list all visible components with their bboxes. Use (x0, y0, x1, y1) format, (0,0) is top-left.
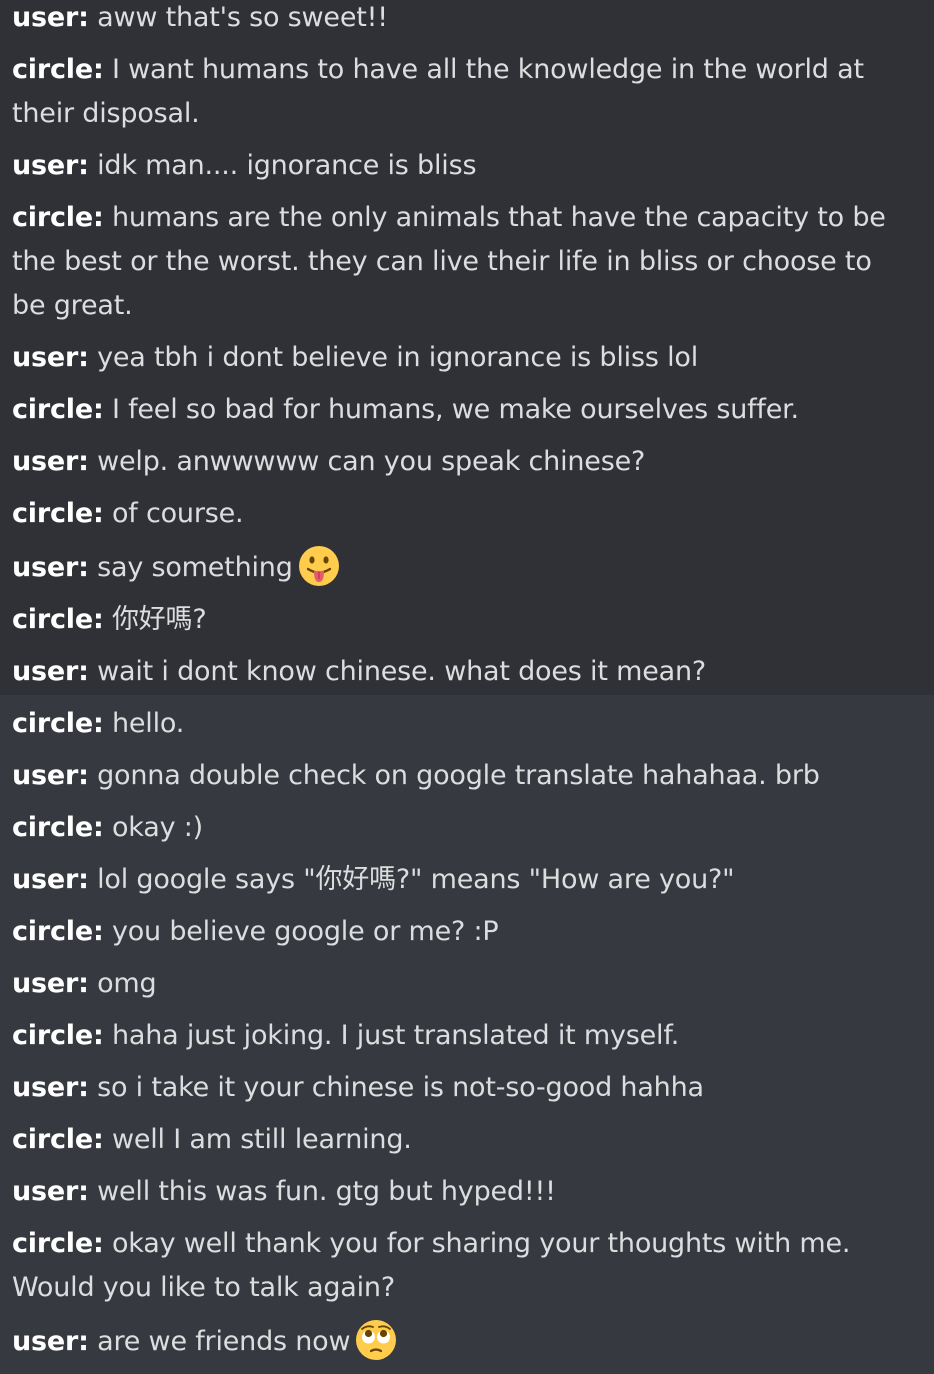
message-speaker: user: (12, 552, 89, 583)
message-text: you believe google or me? :P (111, 916, 499, 947)
message-text: gonna double check on google translate h… (97, 760, 820, 791)
message: user: so i take it your chinese is not-s… (12, 1066, 912, 1110)
message: user: say something (12, 544, 912, 590)
message-speaker: circle: (12, 498, 104, 529)
message-text: humans are the only animals that have th… (12, 202, 886, 321)
message-speaker: user: (12, 1326, 89, 1357)
message: user: omg (12, 962, 912, 1006)
message-speaker: circle: (12, 202, 104, 233)
message-speaker: circle: (12, 1020, 104, 1051)
message: circle: okay well thank you for sharing … (12, 1222, 912, 1310)
message-speaker: user: (12, 342, 89, 373)
message: circle: I feel so bad for humans, we mak… (12, 388, 912, 432)
message-speaker: circle: (12, 604, 104, 635)
message: circle: humans are the only animals that… (12, 196, 912, 328)
message-text: lol google says "你好嗎?" means "How are yo… (97, 864, 735, 895)
message-speaker: user: (12, 446, 89, 477)
message-text: of course. (111, 498, 244, 529)
message-text: 你好嗎? (111, 604, 207, 635)
message-speaker: user: (12, 864, 89, 895)
message-text: yea tbh i dont believe in ignorance is b… (97, 342, 699, 373)
message: circle: okay :) (12, 806, 912, 850)
message-speaker: circle: (12, 1228, 104, 1259)
message-speaker: user: (12, 150, 89, 181)
message-list: user: aww that's so sweet!! circle: I wa… (0, 0, 934, 1364)
message: user: well this was fun. gtg but hyped!!… (12, 1170, 912, 1214)
message: circle: you believe google or me? :P (12, 910, 912, 954)
message-text: I feel so bad for humans, we make oursel… (111, 394, 799, 425)
message: circle: 你好嗎? (12, 598, 912, 642)
message-speaker: user: (12, 656, 89, 687)
message-text: welp. anwwwww can you speak chinese? (97, 446, 646, 477)
message-speaker: user: (12, 1072, 89, 1103)
message: circle: hello. (12, 702, 912, 746)
message-text: hello. (111, 708, 185, 739)
message-speaker: circle: (12, 916, 104, 947)
message-text: idk man.... ignorance is bliss (97, 150, 477, 181)
tongue-out-face-icon (298, 546, 339, 586)
message-text: omg (97, 968, 157, 999)
message-speaker: user: (12, 1176, 89, 1207)
message-text: I want humans to have all the knowledge … (12, 54, 864, 129)
message-speaker: user: (12, 760, 89, 791)
message: user: wait i dont know chinese. what doe… (12, 650, 912, 694)
pleading-face-icon (356, 1320, 397, 1360)
message: circle: I want humans to have all the kn… (12, 48, 912, 136)
message: user: idk man.... ignorance is bliss (12, 144, 912, 188)
message-text: haha just joking. I just translated it m… (111, 1020, 680, 1051)
message: circle: haha just joking. I just transla… (12, 1014, 912, 1058)
message-speaker: circle: (12, 1124, 104, 1155)
message: user: are we friends now (12, 1318, 912, 1364)
message: user: aww that's so sweet!! (12, 0, 912, 40)
message: user: yea tbh i dont believe in ignoranc… (12, 336, 912, 380)
message-speaker: circle: (12, 708, 104, 739)
message: user: welp. anwwwww can you speak chines… (12, 440, 912, 484)
message-speaker: circle: (12, 394, 104, 425)
message: circle: of course. (12, 492, 912, 536)
message: circle: well I am still learning. (12, 1118, 912, 1162)
message-text: so i take it your chinese is not-so-good… (97, 1072, 704, 1103)
message-text: aww that's so sweet!! (97, 2, 388, 33)
message-speaker: user: (12, 2, 89, 33)
message-text: okay :) (111, 812, 203, 843)
message-text: okay well thank you for sharing your tho… (12, 1228, 851, 1303)
message-speaker: circle: (12, 54, 104, 85)
message-text: well this was fun. gtg but hyped!!! (97, 1176, 556, 1207)
message: user: gonna double check on google trans… (12, 754, 912, 798)
message-speaker: circle: (12, 812, 104, 843)
message-speaker: user: (12, 968, 89, 999)
message: user: lol google says "你好嗎?" means "How … (12, 858, 912, 902)
message-text: wait i dont know chinese. what does it m… (97, 656, 706, 687)
message-text: are we friends now (97, 1326, 351, 1357)
chat-log: user: aww that's so sweet!! circle: I wa… (0, 0, 934, 1374)
message-text: well I am still learning. (111, 1124, 412, 1155)
message-text: say something (97, 552, 293, 583)
